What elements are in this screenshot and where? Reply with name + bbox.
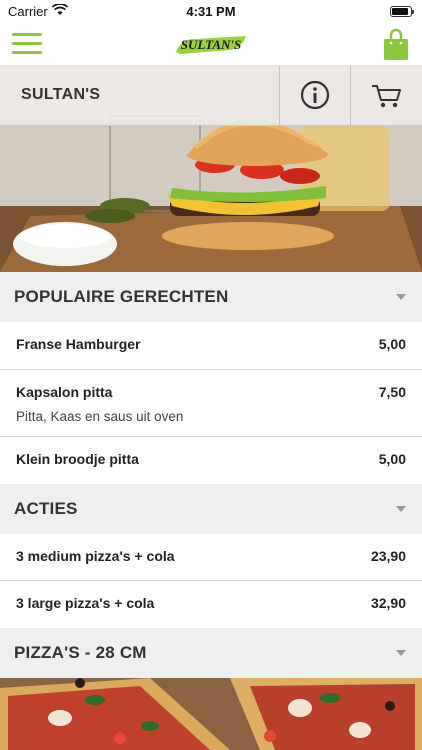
menu-item-price: 23,90 [370,548,406,564]
menu-item-name: 3 medium pizza's + cola [16,548,175,564]
section-header-pizzas[interactable]: PIZZA'S - 28 CM [0,628,422,678]
svg-text:SULTAN'S: SULTAN'S [181,37,241,52]
section-title: PIZZA'S - 28 CM [14,643,147,662]
section-header-populaire-gerechten[interactable]: POPULAIRE GERECHTEN [0,272,422,322]
info-icon[interactable] [300,80,330,110]
menu-item-name: Klein broodje pitta [16,451,139,467]
sultans-logo: SULTAN'S [176,36,246,54]
section-title: ACTIES [14,499,78,518]
menu-item[interactable]: Franse Hamburger 5,00 [0,322,422,370]
menu-item-name: 3 large pizza's + cola [16,595,155,611]
clock: 4:31 PM [186,4,236,19]
menu-item[interactable]: 3 large pizza's + cola 32,90 [0,581,422,628]
menu-item-description: Pitta, Kaas en saus uit oven [16,409,184,424]
pizza-photo [0,678,422,750]
cart-icon[interactable] [370,82,402,110]
menu-item[interactable]: Klein broodje pitta 5,00 [0,437,422,484]
status-bar: Carrier 4:31 PM [0,0,422,22]
menu-item-name: Franse Hamburger [16,336,141,352]
divider [350,66,351,126]
restaurant-header-bar: SULTAN'S [0,66,422,126]
menu-item-price: 7,50 [378,384,406,400]
top-navigation-bar: SULTAN'S [0,22,422,66]
menu-item[interactable]: Kapsalon pitta 7,50 Pitta, Kaas en saus … [0,370,422,437]
menu-item-name: Kapsalon pitta [16,384,113,400]
hero-banner: SULTAN'S [0,66,422,272]
hamburger-menu-icon[interactable] [12,33,42,55]
shopping-bag-icon[interactable] [382,27,410,61]
restaurant-name: SULTAN'S [21,86,101,103]
section-header-acties[interactable]: ACTIES [0,484,422,534]
battery-icon [390,6,414,17]
section-title: POPULAIRE GERECHTEN [14,287,229,306]
chevron-down-icon [396,294,406,300]
menu-item[interactable]: 3 medium pizza's + cola 23,90 [0,534,422,581]
pizza-section-photo [0,678,422,750]
menu-item-price: 32,90 [370,595,406,611]
chevron-down-icon [396,650,406,656]
menu-item-price: 5,00 [378,336,406,352]
divider [279,66,280,126]
menu-item-price: 5,00 [378,451,406,467]
chevron-down-icon [396,506,406,512]
